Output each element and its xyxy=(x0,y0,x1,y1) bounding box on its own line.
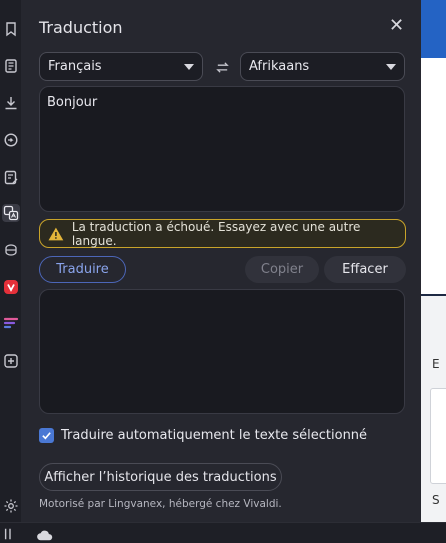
copy-button[interactable]: Copier xyxy=(245,256,319,283)
source-language-value: Français xyxy=(48,59,102,74)
warning-icon xyxy=(48,227,64,240)
source-language-select[interactable]: Français xyxy=(39,52,203,81)
translate-button[interactable]: Traduire xyxy=(39,256,126,283)
error-banner: La traduction a échoué. Essayez avec une… xyxy=(39,219,406,248)
background-web-page: S E S xyxy=(421,0,446,522)
source-text-input[interactable]: Bonjour xyxy=(39,86,405,212)
check-icon xyxy=(42,432,51,440)
page-content: S xyxy=(421,58,446,342)
panel-title: Traduction xyxy=(39,18,123,37)
bookmark-icon[interactable] xyxy=(2,20,20,38)
page-card xyxy=(430,388,446,484)
translate-panel: Traduction ✕ Français Afrikaans Bonjour … xyxy=(21,0,421,522)
target-language-value: Afrikaans xyxy=(249,59,310,74)
error-message: La traduction a échoué. Essayez avec une… xyxy=(71,219,361,248)
auto-translate-checkbox[interactable] xyxy=(39,428,54,443)
swap-icon xyxy=(215,61,229,73)
vivaldi-icon[interactable] xyxy=(2,278,20,296)
history-icon[interactable] xyxy=(2,131,20,149)
feed-icon[interactable] xyxy=(2,314,20,332)
page-text: E xyxy=(432,357,440,371)
status-bar xyxy=(0,522,446,543)
translate-icon[interactable] xyxy=(2,204,20,222)
add-panel-icon[interactable] xyxy=(2,352,20,370)
translation-output[interactable] xyxy=(39,289,405,414)
downloads-icon[interactable] xyxy=(2,94,20,112)
settings-icon[interactable] xyxy=(2,497,20,515)
page-text: S xyxy=(432,493,440,507)
auto-translate-label: Traduire automatiquement le texte sélect… xyxy=(61,428,368,443)
cloud-icon[interactable] xyxy=(36,528,54,542)
panel-toggle-icon[interactable] xyxy=(3,527,17,541)
notes-icon[interactable] xyxy=(2,168,20,186)
powered-by-text: Motorisé par Lingvanex, hébergé chez Viv… xyxy=(39,498,282,510)
reading-list-icon[interactable] xyxy=(2,57,20,75)
page-header xyxy=(421,0,446,58)
show-history-button[interactable]: Afficher l’historique des traductions xyxy=(39,463,282,491)
window-icon[interactable] xyxy=(2,241,20,259)
clear-button[interactable]: Effacer xyxy=(324,256,406,283)
swap-languages-button[interactable] xyxy=(211,56,233,78)
target-language-select[interactable]: Afrikaans xyxy=(240,52,405,81)
close-icon[interactable]: ✕ xyxy=(389,17,404,35)
chevron-down-icon xyxy=(184,64,194,70)
auto-translate-option[interactable]: Traduire automatiquement le texte sélect… xyxy=(39,428,367,443)
chevron-down-icon xyxy=(386,64,396,70)
panel-sidebar xyxy=(0,0,21,522)
